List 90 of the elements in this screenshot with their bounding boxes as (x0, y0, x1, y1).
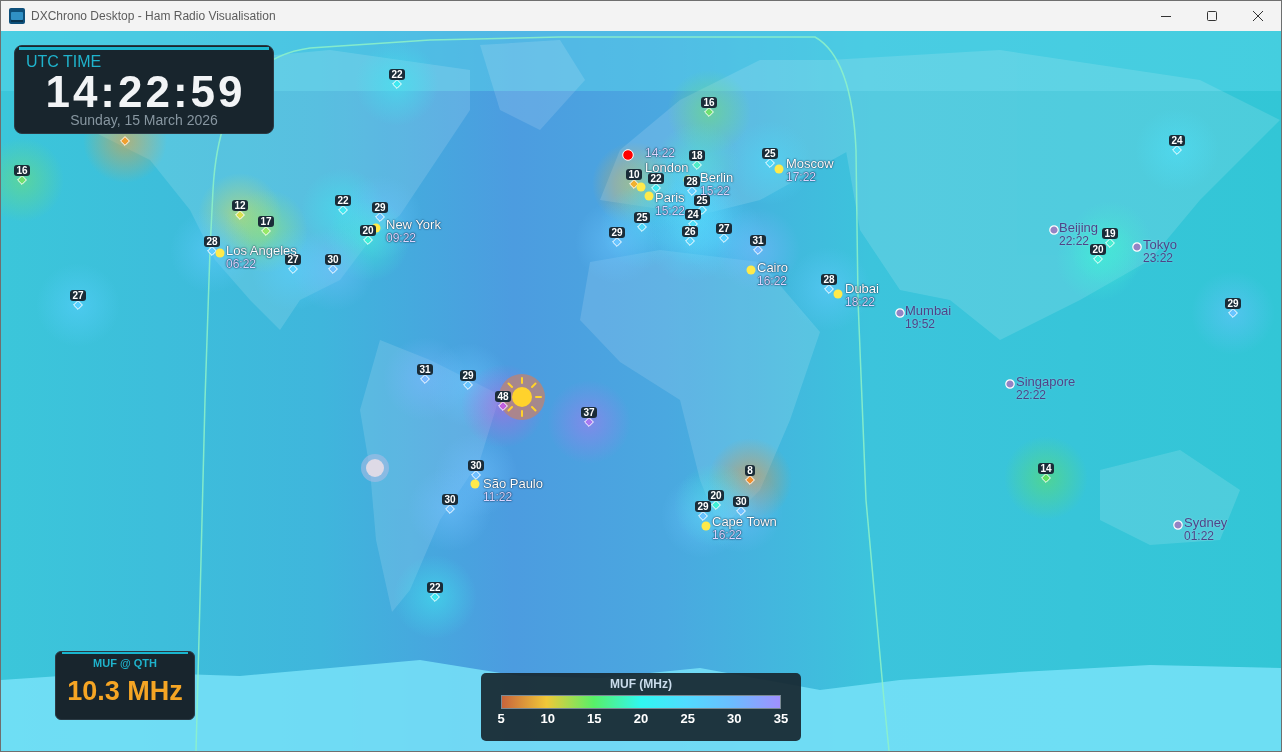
muf-value-label: 25 (694, 195, 710, 206)
city-local-time: 22:22 (1059, 235, 1090, 248)
maximize-icon (1207, 11, 1217, 21)
city-local-time: 16:22 (757, 275, 788, 288)
scale-tick-label: 5 (497, 711, 505, 726)
city-local-time: 09:22 (386, 232, 417, 245)
scale-tick-label: 20 (633, 711, 649, 726)
city-local-time: 15:22 (655, 205, 686, 218)
scale-tick-label: 25 (680, 711, 695, 726)
muf-value-label: 26 (682, 226, 698, 237)
muf-value-label: 25 (762, 148, 778, 159)
city-local-time: 19:52 (905, 318, 936, 331)
muf-value-label: 25 (634, 212, 650, 223)
city-local-time: 11:22 (483, 491, 513, 504)
muf-value-label: 16 (701, 97, 717, 108)
muf-value-label: 30 (442, 494, 458, 505)
muf-value-label: 20 (360, 225, 376, 236)
muf-value-label: 12 (232, 200, 248, 211)
app-icon (9, 8, 25, 24)
city-name: Tokyo (1143, 238, 1177, 252)
muf-value-label: 30 (733, 496, 749, 507)
muf-value-label: 28 (684, 176, 700, 187)
muf-value-label: 22 (335, 195, 351, 206)
muf-value-label: 24 (685, 209, 701, 220)
city-name: Dubai (845, 282, 879, 296)
muf-value-label: 37 (581, 407, 597, 418)
muf-value-label: 19 (1102, 228, 1118, 239)
city-name: Singapore (1016, 375, 1076, 389)
scale-tick-label: 15 (587, 711, 602, 726)
muf-value-label: 22 (389, 69, 405, 80)
window-title: DXChrono Desktop - Ham Radio Visualisation (31, 9, 276, 23)
muf-value-label: 29 (372, 202, 388, 213)
muf-value-label: 22 (648, 173, 664, 184)
qth-marker-icon (622, 149, 634, 161)
city-name: Sydney (1184, 516, 1228, 530)
city-name: London (645, 161, 689, 175)
sun-icon (499, 374, 545, 420)
clock-date: Sunday, 15 March 2026 (70, 112, 218, 128)
city-local-time: 18:22 (845, 296, 876, 309)
muf-value-label: 30 (468, 460, 484, 471)
city-local-time: 17:22 (786, 171, 817, 184)
muf-value-label: 31 (750, 235, 766, 246)
city-name: Cape Town (712, 515, 777, 529)
muf-qth-value: 10.3 MHz (67, 675, 183, 708)
scale-tick-label: 30 (727, 711, 742, 726)
city-local-time: 15:22 (700, 185, 731, 198)
muf-value-label: 10 (626, 169, 642, 180)
muf-value-label: 8 (745, 465, 755, 476)
city-local-time: 16:22 (712, 529, 743, 542)
muf-value-label: 14 (1038, 463, 1054, 474)
muf-value-label: 27 (716, 223, 732, 234)
utc-time: 14:22:59 (45, 71, 246, 113)
muf-qth-label: MUF @ QTH (93, 657, 157, 670)
muf-value-label: 17 (258, 216, 274, 227)
muf-value-label: 20 (1090, 244, 1106, 255)
muf-value-label: 20 (708, 490, 724, 501)
muf-value-label: 30 (325, 254, 341, 265)
muf-value-label: 18 (689, 150, 705, 161)
muf-value-label: 31 (417, 364, 433, 375)
city-name: Berlin (700, 171, 734, 185)
muf-value-label: 24 (1169, 135, 1185, 146)
city-name: Mumbai (905, 304, 952, 318)
city-local-time: 23:22 (1143, 252, 1174, 265)
muf-value-label: 29 (695, 501, 711, 512)
city-local-time: 06:22 (226, 258, 257, 271)
muf-value-label: 29 (1225, 298, 1241, 309)
qth-time: 14:22 (645, 147, 676, 160)
city-local-time: 22:22 (1016, 389, 1047, 402)
muf-value-label: 29 (609, 227, 625, 238)
muf-value-label: 29 (460, 370, 476, 381)
muf-value-label: 22 (427, 582, 443, 593)
city-local-time: 01:22 (1184, 530, 1215, 543)
legend-title: MUF (MHz) (610, 677, 672, 692)
muf-value-label: 28 (204, 236, 220, 247)
city-name: Beijing (1059, 221, 1099, 235)
muf-value-label: 28 (821, 274, 837, 285)
city-name: New York (386, 218, 441, 232)
city-name: Cairo (757, 261, 789, 275)
scale-tick-label: 35 (773, 711, 789, 726)
scale-tick-label: 10 (540, 711, 555, 726)
close-icon (1253, 11, 1263, 21)
muf-value-label: 48 (495, 391, 511, 402)
muf-value-label: 16 (14, 165, 30, 176)
moon-icon (361, 454, 389, 482)
minimize-icon (1161, 15, 1171, 17)
city-name: Paris (655, 191, 685, 205)
city-name: Moscow (786, 157, 834, 171)
city-name: São Paulo (483, 477, 543, 491)
clock-label: UTC TIME (26, 53, 103, 71)
muf-value-label: 27 (70, 290, 86, 301)
